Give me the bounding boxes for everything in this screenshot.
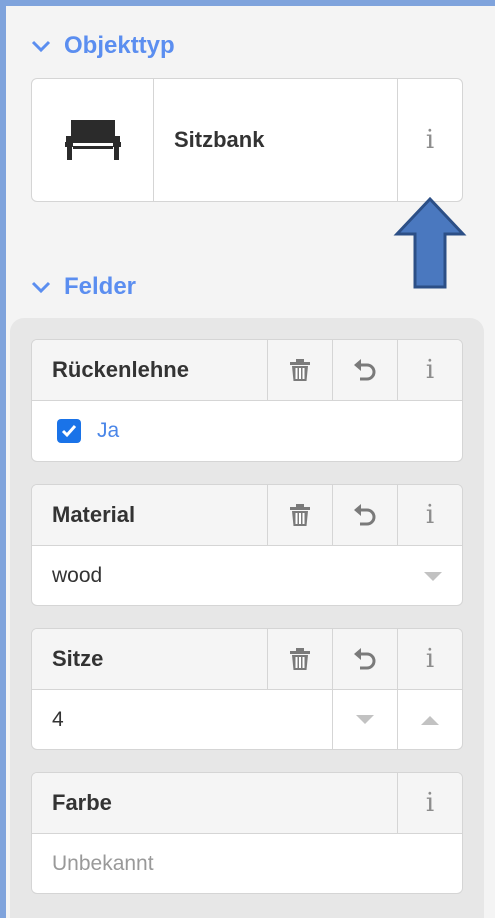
field-info-button[interactable]: i [397, 340, 462, 400]
info-icon: i [425, 125, 435, 155]
decrement-button[interactable] [332, 690, 397, 749]
field-header: Sitze i [32, 629, 462, 690]
undo-icon [354, 359, 376, 381]
objecttype-section-header[interactable]: Objekttyp [30, 32, 175, 60]
field-header: Rückenlehne i [32, 340, 462, 401]
color-text-input[interactable]: Unbekannt [32, 834, 462, 893]
checkbox-row[interactable]: Ja [32, 401, 462, 461]
field-label: Sitze [52, 646, 104, 671]
objecttype-section-title: Objekttyp [64, 32, 175, 59]
field-card-farbe: Farbe i Unbekannt [31, 772, 463, 894]
info-icon: i [425, 355, 435, 385]
field-info-button[interactable]: i [397, 629, 462, 689]
field-label: Rückenlehne [52, 357, 189, 382]
info-icon: i [425, 788, 435, 818]
reset-field-button[interactable] [332, 340, 397, 400]
checkbox-label: Ja [97, 419, 120, 442]
trash-icon [290, 504, 310, 526]
caret-up-icon [421, 716, 439, 725]
caret-down-icon [356, 715, 374, 724]
reset-field-button[interactable] [332, 485, 397, 545]
fields-section-title: Felder [64, 273, 137, 300]
field-header: Farbe i [32, 773, 462, 834]
field-header: Material i [32, 485, 462, 546]
delete-field-button[interactable] [267, 485, 332, 545]
reset-field-button[interactable] [332, 629, 397, 689]
material-select[interactable]: wood [32, 546, 462, 605]
object-type-name: Sitzbank [174, 127, 265, 152]
fields-section-header[interactable]: Felder [30, 273, 136, 301]
chevron-down-icon [30, 276, 52, 298]
trash-icon [290, 359, 310, 381]
select-value: wood [52, 564, 103, 587]
increment-button[interactable] [397, 690, 462, 749]
field-info-button[interactable]: i [397, 773, 462, 833]
field-info-button[interactable]: i [397, 485, 462, 545]
field-label: Material [52, 502, 136, 527]
objecttype-card: Sitzbank i [31, 78, 463, 202]
field-card-sitze: Sitze i 4 [31, 628, 463, 750]
seats-number-input: 4 [32, 690, 462, 749]
trash-icon [290, 648, 310, 670]
field-label: Farbe [52, 790, 112, 815]
delete-field-button[interactable] [267, 629, 332, 689]
delete-field-button[interactable] [267, 340, 332, 400]
info-icon: i [425, 644, 435, 674]
dropdown-arrow-icon [424, 572, 442, 581]
input-placeholder: Unbekannt [52, 852, 154, 875]
checkbox-checked[interactable] [57, 419, 81, 443]
info-icon: i [425, 500, 435, 530]
object-icon-cell [32, 79, 154, 201]
undo-icon [354, 504, 376, 526]
checkmark-icon [61, 425, 77, 438]
objecttype-info-button[interactable]: i [397, 79, 462, 201]
undo-icon [354, 648, 376, 670]
field-card-material: Material i wood [31, 484, 463, 606]
up-arrow-annotation-icon [393, 196, 467, 289]
chevron-down-icon [30, 35, 52, 57]
bench-icon [64, 120, 121, 160]
number-value[interactable]: 4 [32, 690, 332, 749]
field-card-rueckenlehne: Rückenlehne i Ja [31, 339, 463, 462]
